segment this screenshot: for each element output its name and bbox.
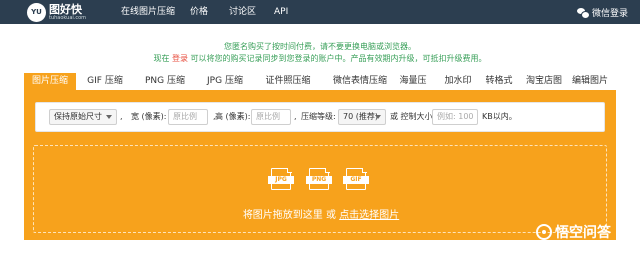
tab-jpg-compress[interactable]: JPG 压缩: [200, 73, 250, 90]
logo-name: 图好快: [49, 2, 82, 16]
tab-gif-compress[interactable]: GIF 压缩: [80, 73, 130, 90]
tab-image-compress[interactable]: 图片压缩: [24, 73, 76, 90]
target-size-input[interactable]: 例如: 100: [432, 109, 478, 125]
wechat-login-label: 微信登录: [591, 8, 628, 19]
options-bar: 保持原始尺寸 , 宽 (像素): 原比例 , 高 (像素): 原比例 , 压缩等…: [35, 102, 605, 132]
notice-anonymous-purchase: 您匿名购买了按时间付费，请不要更换电脑或浏览器。: [224, 42, 416, 51]
watermark-text: 悟空问答: [555, 225, 611, 241]
logo-badge: YU: [27, 2, 46, 22]
compression-level-select[interactable]: 70 (推荐): [338, 109, 386, 125]
target-size-label: 或 控制大小: [390, 112, 433, 121]
logo-domain: tuhaokuai.com: [49, 14, 87, 21]
wukong-watermark: 悟空问答: [536, 222, 611, 242]
nav-link-api[interactable]: API: [274, 0, 288, 24]
tab-wechat-sticker-compress[interactable]: 微信表情压缩: [322, 73, 398, 90]
dropzone-text: 将图片拖放到这里 或: [242, 210, 336, 221]
wukong-icon: [536, 224, 552, 240]
tab-id-photo-compress[interactable]: 证件照压缩: [257, 73, 319, 90]
jpg-file-icon: JPG: [268, 168, 294, 192]
notice-login-sync: 现在 登录 可以将您的购买记录同步到您登录的账户中。产品有效期内升级，可抵扣升级…: [0, 53, 640, 64]
size-mode-value: 保持原始尺寸: [54, 112, 102, 121]
compress-panel: 保持原始尺寸 , 宽 (像素): 原比例 , 高 (像素): 原比例 , 压缩等…: [24, 92, 616, 240]
tab-convert-format[interactable]: 转格式: [485, 73, 513, 90]
height-input[interactable]: 原比例: [251, 109, 291, 125]
wechat-icon: [576, 7, 590, 19]
width-input[interactable]: 原比例: [168, 109, 208, 125]
nav-link-pricing[interactable]: 价格: [190, 0, 208, 24]
compression-level-value: 70 (推荐): [343, 112, 378, 121]
upload-dropzone[interactable]: JPG PNG GIF 将图片拖放到这里 或 点击选择图片: [33, 145, 607, 233]
size-mode-select[interactable]: 保持原始尺寸: [49, 109, 117, 125]
nav-link-forum[interactable]: 讨论区: [229, 0, 256, 24]
compression-tabs: 图片压缩 GIF 压缩 PNG 压缩 JPG 压缩 证件照压缩 微信表情压缩 海…: [24, 73, 616, 103]
nav-link-compress[interactable]: 在线图片压缩: [121, 0, 175, 24]
wechat-login-button[interactable]: 微信登录: [576, 0, 628, 24]
tab-watermark[interactable]: 加水印: [444, 73, 472, 90]
choose-file-link[interactable]: 点击选择图片: [339, 210, 399, 221]
notice-suffix: 可以将您的购买记录同步到您登录的账户中。产品有效期内升级，可抵扣升级费用。: [190, 54, 487, 63]
tab-edit-image[interactable]: 编辑图片: [572, 73, 608, 90]
dropzone-instructions: 将图片拖放到这里 或 点击选择图片: [34, 206, 608, 221]
gif-file-icon: GIF: [343, 168, 369, 192]
notice-prefix: 现在: [153, 54, 170, 63]
tab-bulk-compress[interactable]: 海量压缩: [396, 73, 430, 103]
notice-login-link[interactable]: 登录: [172, 54, 188, 63]
width-label: 宽 (像素):: [131, 112, 167, 121]
size-unit-label: KB以内。: [482, 112, 517, 121]
chevron-down-icon: [106, 115, 112, 119]
site-logo[interactable]: YU 图好快 tuhaokuai.com: [27, 2, 86, 22]
level-label: 压缩等级:: [301, 112, 336, 121]
png-file-icon: PNG: [306, 168, 332, 192]
top-navbar: YU 图好快 tuhaokuai.com 在线图片压缩 价格 讨论区 API 微…: [0, 0, 640, 24]
height-label: 高 (像素):: [215, 112, 251, 121]
tab-taobao-images[interactable]: 淘宝店图: [525, 73, 563, 90]
tab-png-compress[interactable]: PNG 压缩: [139, 73, 191, 90]
chevron-down-icon: [375, 115, 381, 119]
